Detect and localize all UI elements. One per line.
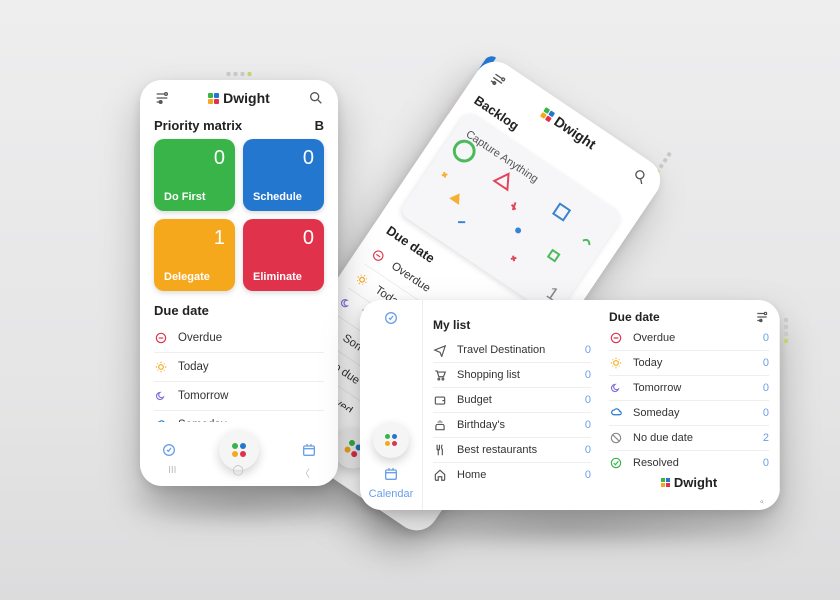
list-item-label: Overdue: [633, 332, 675, 344]
list-item-label: Travel Destination: [457, 344, 545, 356]
tomorrow-icon: [609, 381, 623, 395]
app-brand: Dwight: [609, 475, 769, 490]
tomorrow-icon: [336, 294, 355, 313]
phone-matrix: Dwight Priority matrix B 0 Do First 0 Sc…: [140, 80, 338, 486]
cake-icon: [433, 418, 447, 432]
list-item-label: No due date: [633, 432, 693, 444]
matrix-card-do first[interactable]: 0 Do First: [154, 139, 235, 211]
calendar-icon[interactable]: [383, 466, 399, 482]
calendar-link[interactable]: Calendar: [369, 488, 414, 500]
list-item[interactable]: Today 0: [609, 351, 769, 376]
overdue-icon: [369, 246, 388, 265]
sliders-icon[interactable]: [487, 69, 509, 91]
list-item-count: 0: [585, 444, 591, 456]
priority-matrix-title: Priority matrix: [154, 118, 242, 133]
search-icon[interactable]: [308, 90, 324, 106]
sliders-icon[interactable]: [755, 310, 769, 324]
mylist-title: My list: [433, 318, 591, 332]
plane-icon: [433, 343, 447, 357]
today-icon: [609, 356, 623, 370]
list-item[interactable]: Someday: [154, 411, 324, 422]
overdue-icon: [609, 331, 623, 345]
home-icon: [433, 468, 447, 482]
app-name-label: Dwight: [674, 475, 717, 490]
list-item-label: Someday: [633, 407, 679, 419]
someday-icon: [609, 406, 623, 420]
matrix-count: 0: [253, 147, 314, 170]
list-item[interactable]: Tomorrow 0: [609, 376, 769, 401]
list-item-label: Shopping list: [457, 369, 520, 381]
list-item[interactable]: Shopping list 0: [433, 363, 591, 388]
today-icon: [154, 360, 168, 374]
matrix-card-schedule[interactable]: 0 Schedule: [243, 139, 324, 211]
resolved-icon: [609, 456, 623, 470]
matrix-count: 1: [164, 227, 225, 250]
list-item-count: 0: [585, 394, 591, 406]
wallet-icon: [433, 393, 447, 407]
fab-button[interactable]: [373, 422, 409, 458]
list-item-label: Tomorrow: [633, 382, 681, 394]
list-item-label: Home: [457, 469, 486, 481]
fab-button[interactable]: [219, 430, 259, 470]
matrix-label: Delegate: [164, 271, 225, 283]
list-item-label: Today: [633, 357, 662, 369]
search-icon[interactable]: [755, 500, 769, 504]
list-item-count: 0: [763, 357, 769, 369]
list-item-label: Budget: [457, 394, 492, 406]
overdue-icon: [154, 331, 168, 345]
list-item-count: 0: [763, 382, 769, 394]
app-brand: Dwight: [208, 90, 270, 106]
matrix-label: Do First: [164, 191, 225, 203]
list-item[interactable]: Birthday's 0: [433, 413, 591, 438]
list-item[interactable]: Best restaurants 0: [433, 438, 591, 463]
matrix-label: Schedule: [253, 191, 314, 203]
cart-icon: [433, 368, 447, 382]
due-date-title: Due date: [154, 303, 324, 318]
matrix-card-eliminate[interactable]: 0 Eliminate: [243, 219, 324, 291]
calendar-icon[interactable]: [301, 442, 317, 458]
list-item[interactable]: Resolved 0: [609, 451, 769, 475]
checklist-icon[interactable]: [161, 442, 177, 458]
sliders-icon[interactable]: [154, 90, 170, 106]
list-item-count: 0: [585, 369, 591, 381]
app-name-label: Dwight: [223, 90, 270, 106]
list-item-count: 0: [763, 407, 769, 419]
list-item[interactable]: Travel Destination 0: [433, 338, 591, 363]
list-item-label: Best restaurants: [457, 444, 537, 456]
list-item-label: Birthday's: [457, 419, 505, 431]
list-item-count: 0: [585, 419, 591, 431]
list-item-label: Today: [178, 361, 209, 373]
list-item-count: 0: [585, 344, 591, 356]
list-item-label: Overdue: [178, 332, 222, 344]
list-item[interactable]: Someday 0: [609, 401, 769, 426]
tomorrow-icon: [154, 389, 168, 403]
list-item-count: 0: [763, 332, 769, 344]
checklist-icon[interactable]: [383, 310, 399, 326]
list-item[interactable]: Tomorrow: [154, 382, 324, 411]
list-item-count: 0: [585, 469, 591, 481]
nodue-icon: [609, 431, 623, 445]
list-item-label: Tomorrow: [178, 390, 228, 402]
matrix-label: Eliminate: [253, 271, 314, 283]
list-item[interactable]: Overdue 0: [609, 326, 769, 351]
list-item[interactable]: Overdue: [154, 324, 324, 353]
matrix-count: 0: [164, 147, 225, 170]
fork-icon: [433, 443, 447, 457]
today-icon: [352, 270, 371, 289]
list-item[interactable]: Today: [154, 353, 324, 382]
due-date-title: Due date: [609, 310, 660, 324]
list-item[interactable]: Home 0: [433, 463, 591, 487]
matrix-card-delegate[interactable]: 1 Delegate: [154, 219, 235, 291]
list-item-count: 0: [763, 457, 769, 469]
matrix-count: 0: [253, 227, 314, 250]
phone-landscape: Calendar My list Travel Destination 0 Sh…: [360, 300, 780, 510]
list-item-count: 2: [763, 432, 769, 444]
android-nav: III◯〈: [140, 465, 338, 480]
list-item[interactable]: Budget 0: [433, 388, 591, 413]
search-icon[interactable]: [629, 166, 651, 188]
list-item-label: Resolved: [633, 457, 679, 469]
section-indicator: B: [315, 118, 324, 133]
list-item[interactable]: No due date 2: [609, 426, 769, 451]
